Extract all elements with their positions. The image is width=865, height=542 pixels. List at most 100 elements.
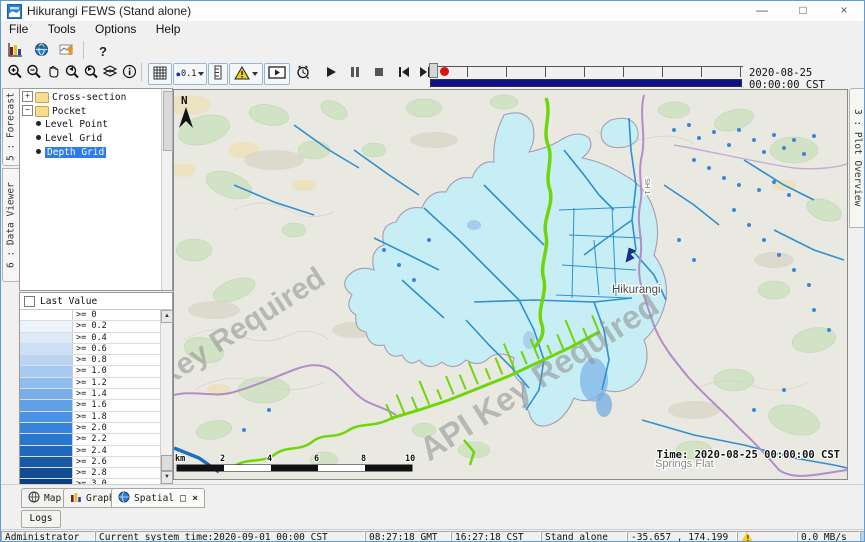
title-bar[interactable]: Hikurangi FEWS (Stand alone) — □ × (1, 1, 865, 22)
legend-label: >= 0.8 (73, 355, 161, 365)
help-button[interactable]: ? (93, 41, 113, 61)
menu-tools[interactable]: Tools (40, 21, 84, 37)
legend-row[interactable]: >= 1.8 (20, 412, 161, 423)
time-slider-track[interactable] (429, 66, 743, 77)
scroll-up-icon[interactable]: ▲ (161, 310, 173, 323)
tree-scrollbar-thumb[interactable] (163, 91, 173, 151)
last-value-label: Last Value (40, 296, 97, 307)
map-view[interactable]: API Key Required API Key Required Hikura… (173, 89, 848, 480)
skip-to-start-button[interactable] (393, 63, 413, 83)
legend-row[interactable]: >= 0 (20, 310, 161, 321)
node-bullet-icon (36, 121, 41, 126)
map-toolbar: ● 0.1 2020-08-25 00:00:00 CST (1, 60, 865, 89)
pause-icon (349, 66, 361, 81)
legend-label: >= 1.6 (73, 400, 161, 410)
info-button[interactable] (119, 63, 139, 83)
tree-node-level-grid[interactable]: Level Grid (20, 133, 172, 145)
legend-scrollbar-thumb[interactable] (161, 455, 173, 471)
pause-button[interactable] (345, 63, 365, 83)
minimize-button[interactable]: — (746, 1, 778, 20)
panel-close-icon[interactable]: × (192, 493, 198, 504)
layers-button[interactable] (100, 63, 120, 83)
zoom-next-button[interactable] (81, 63, 101, 83)
time-slider-thumb[interactable] (429, 63, 438, 78)
collapse-icon[interactable]: − (22, 105, 33, 116)
legend-row[interactable]: >= 0.6 (20, 344, 161, 355)
database-display-button[interactable] (5, 41, 25, 61)
legend-row[interactable]: >= 1.0 (20, 366, 161, 377)
window-title: Hikurangi FEWS (Stand alone) (27, 4, 191, 18)
menu-file[interactable]: File (1, 21, 36, 37)
legend-row[interactable]: >= 0.4 (20, 333, 161, 344)
status-memory[interactable]: 2.5 GB (860, 531, 865, 542)
legend-row[interactable]: >= 1.4 (20, 389, 161, 400)
legend-label: >= 0.2 (73, 321, 161, 331)
workspace: 5 : Forecast 6 : Data Viewer 3 : Plot Ov… (1, 88, 865, 484)
memory-usage-fill (861, 532, 865, 542)
tab-map[interactable]: Map (21, 488, 68, 508)
animation-timer-button[interactable] (293, 63, 313, 83)
tab-data-viewer[interactable]: 6 : Data Viewer (2, 168, 20, 282)
tree-node-depth-grid[interactable]: Depth Grid (20, 147, 172, 159)
zoom-out-button[interactable] (24, 63, 44, 83)
grid-display-button[interactable] (148, 63, 172, 85)
scroll-down-icon[interactable]: ▼ (161, 471, 173, 484)
zoom-in-button[interactable] (5, 63, 25, 83)
tree-node-cross-section[interactable]: +Cross-section (20, 91, 172, 103)
road-label: SH 1 (643, 178, 652, 195)
legend-row[interactable]: >= 0.2 (20, 321, 161, 332)
tree-scrollbar[interactable] (161, 89, 172, 290)
logs-button[interactable]: Logs (21, 510, 61, 528)
map-globe-icon (28, 491, 40, 506)
menu-options[interactable]: Options (87, 21, 144, 37)
svg-text:km: km (175, 454, 185, 464)
legend-rows: >= 0>= 0.2 >= 0.4>= 0.6>= 0.8>= 1.0>= 1.2… (20, 310, 161, 484)
play-button[interactable] (321, 63, 341, 83)
legend-row[interactable]: >= 1.2 (20, 378, 161, 389)
legend-row[interactable]: >= 0.8 (20, 355, 161, 366)
stop-button[interactable] (369, 63, 389, 83)
maximize-button[interactable]: □ (787, 1, 819, 20)
tree-node-pocket[interactable]: −Pocket (20, 105, 172, 117)
legend-label: >= 1.8 (73, 412, 161, 422)
legend-swatch (20, 468, 73, 478)
spatial-display-button[interactable] (31, 41, 51, 61)
movie-player-button[interactable] (264, 63, 290, 85)
clock-icon (295, 64, 311, 83)
legend-row[interactable]: >= 2.8 (20, 468, 161, 479)
menu-help[interactable]: Help (148, 21, 189, 37)
tab-spatial[interactable]: Spatial □ × (111, 488, 205, 508)
expand-icon[interactable]: + (22, 91, 33, 102)
legend-row[interactable]: >= 2.6 (20, 457, 161, 468)
tree-label: Level Grid (45, 133, 102, 144)
tab-forecast[interactable]: 5 : Forecast (2, 88, 20, 166)
class-break-dropdown[interactable]: ● 0.1 (173, 63, 207, 85)
legend-swatch (20, 400, 73, 410)
legend-swatch (20, 310, 73, 320)
thresholds-dropdown[interactable] (229, 63, 263, 85)
help-icon: ? (99, 44, 107, 59)
layers-icon (102, 64, 118, 83)
legend-row[interactable]: >= 2.4 (20, 446, 161, 457)
last-value-checkbox[interactable] (24, 296, 35, 307)
legend-scrollbar[interactable]: ▲ ▼ (160, 310, 172, 484)
panel-maximize-icon[interactable]: □ (180, 493, 186, 504)
map-canvas[interactable]: API Key Required API Key Required Hikura… (174, 90, 847, 479)
svg-text:6: 6 (314, 454, 319, 464)
close-button[interactable]: × (828, 1, 860, 20)
legend-row[interactable]: >= 1.6 (20, 400, 161, 411)
time-slider[interactable] (429, 63, 743, 85)
legend-row[interactable]: >= 2.2 (20, 434, 161, 445)
folder-icon (35, 106, 49, 117)
scalar-display-button[interactable] (57, 41, 77, 61)
zoom-previous-button[interactable] (62, 63, 82, 83)
legend-label: >= 2.6 (73, 457, 161, 467)
legend-ruler-button[interactable] (208, 63, 228, 85)
app-logo-icon (7, 4, 22, 19)
tab-plot-overview[interactable]: 3 : Plot Overview (849, 88, 865, 228)
status-alerts[interactable] (737, 531, 797, 542)
legend-row[interactable]: >= 2.0 (20, 423, 161, 434)
tree-node-level-point[interactable]: Level Point (20, 119, 172, 131)
pan-button[interactable] (43, 63, 63, 83)
svg-text:2: 2 (220, 454, 225, 464)
